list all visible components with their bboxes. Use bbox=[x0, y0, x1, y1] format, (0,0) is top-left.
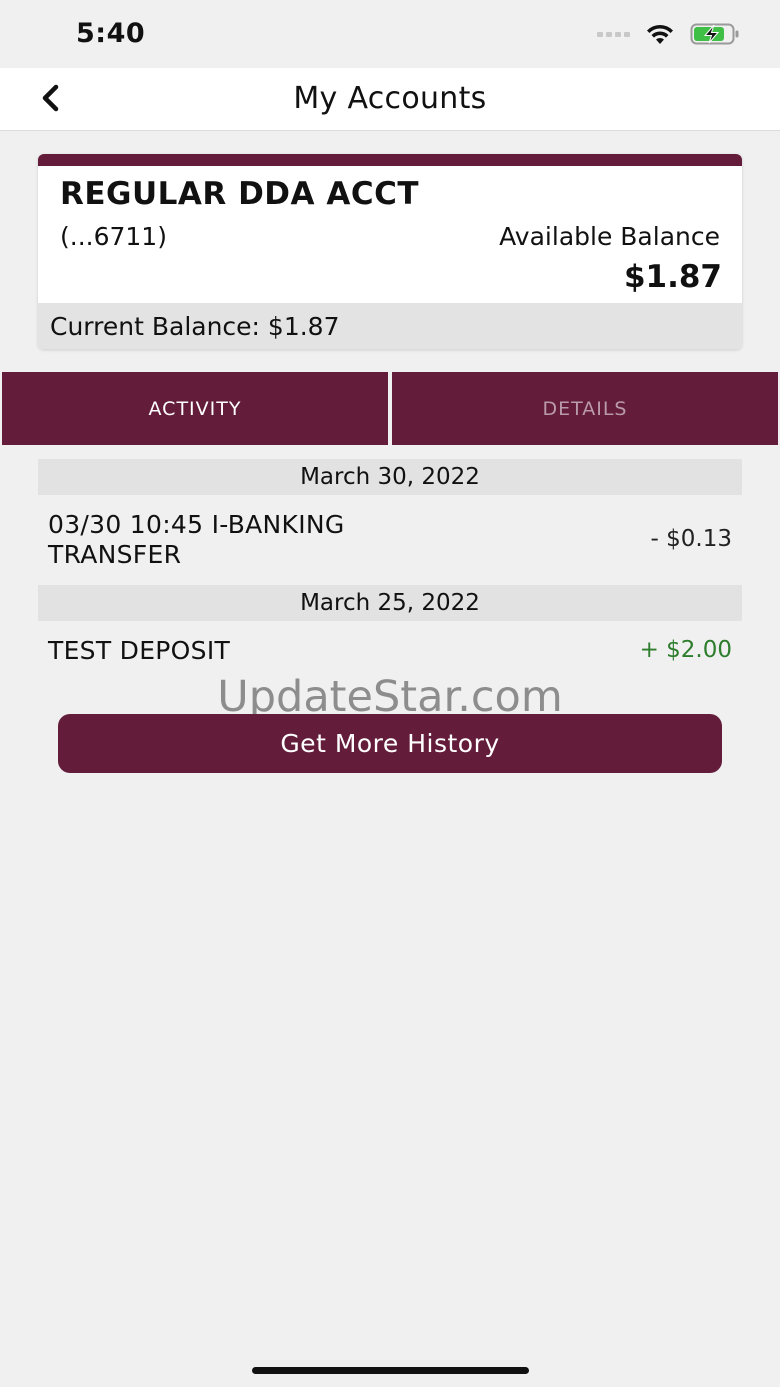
wifi-icon bbox=[647, 24, 673, 44]
account-summary: REGULAR DDA ACCT (...6711) Available Bal… bbox=[38, 166, 742, 303]
available-balance-label: Available Balance bbox=[499, 222, 720, 251]
account-name: REGULAR DDA ACCT bbox=[60, 176, 419, 212]
card-accent-bar bbox=[38, 154, 742, 166]
page-title: My Accounts bbox=[293, 81, 487, 116]
status-icons bbox=[597, 22, 740, 46]
current-balance: Current Balance: $1.87 bbox=[50, 312, 340, 341]
status-bar: 5:40 bbox=[0, 0, 780, 68]
signal-icon bbox=[597, 31, 630, 37]
battery-charging-icon bbox=[690, 23, 739, 45]
transaction-description-line: TRANSFER bbox=[48, 540, 182, 569]
transaction-amount: - $0.13 bbox=[650, 526, 732, 552]
account-number: (...6711) bbox=[60, 222, 167, 251]
transaction-amount: + $2.00 bbox=[639, 637, 732, 663]
tab-details[interactable]: DETAILS bbox=[392, 372, 778, 445]
home-indicator bbox=[252, 1367, 529, 1374]
current-balance-row: Current Balance: $1.87 bbox=[38, 303, 742, 349]
transaction-description: 03/30 10:45 I-BANKING TRANSFER bbox=[48, 510, 345, 570]
account-card[interactable]: REGULAR DDA ACCT (...6711) Available Bal… bbox=[38, 154, 742, 349]
account-tabs: ACTIVITY DETAILS bbox=[0, 372, 780, 447]
date-header: March 25, 2022 bbox=[38, 585, 742, 621]
date-header: March 30, 2022 bbox=[38, 459, 742, 495]
navigation-bar: My Accounts bbox=[0, 68, 780, 131]
status-time: 5:40 bbox=[76, 18, 146, 49]
transaction-description-line: 03/30 10:45 I-BANKING bbox=[48, 510, 345, 539]
tab-activity[interactable]: ACTIVITY bbox=[2, 372, 388, 445]
available-balance-amount: $1.87 bbox=[623, 259, 722, 295]
transaction-description: TEST DEPOSIT bbox=[48, 636, 231, 665]
get-more-history-button[interactable]: Get More History bbox=[58, 714, 722, 773]
